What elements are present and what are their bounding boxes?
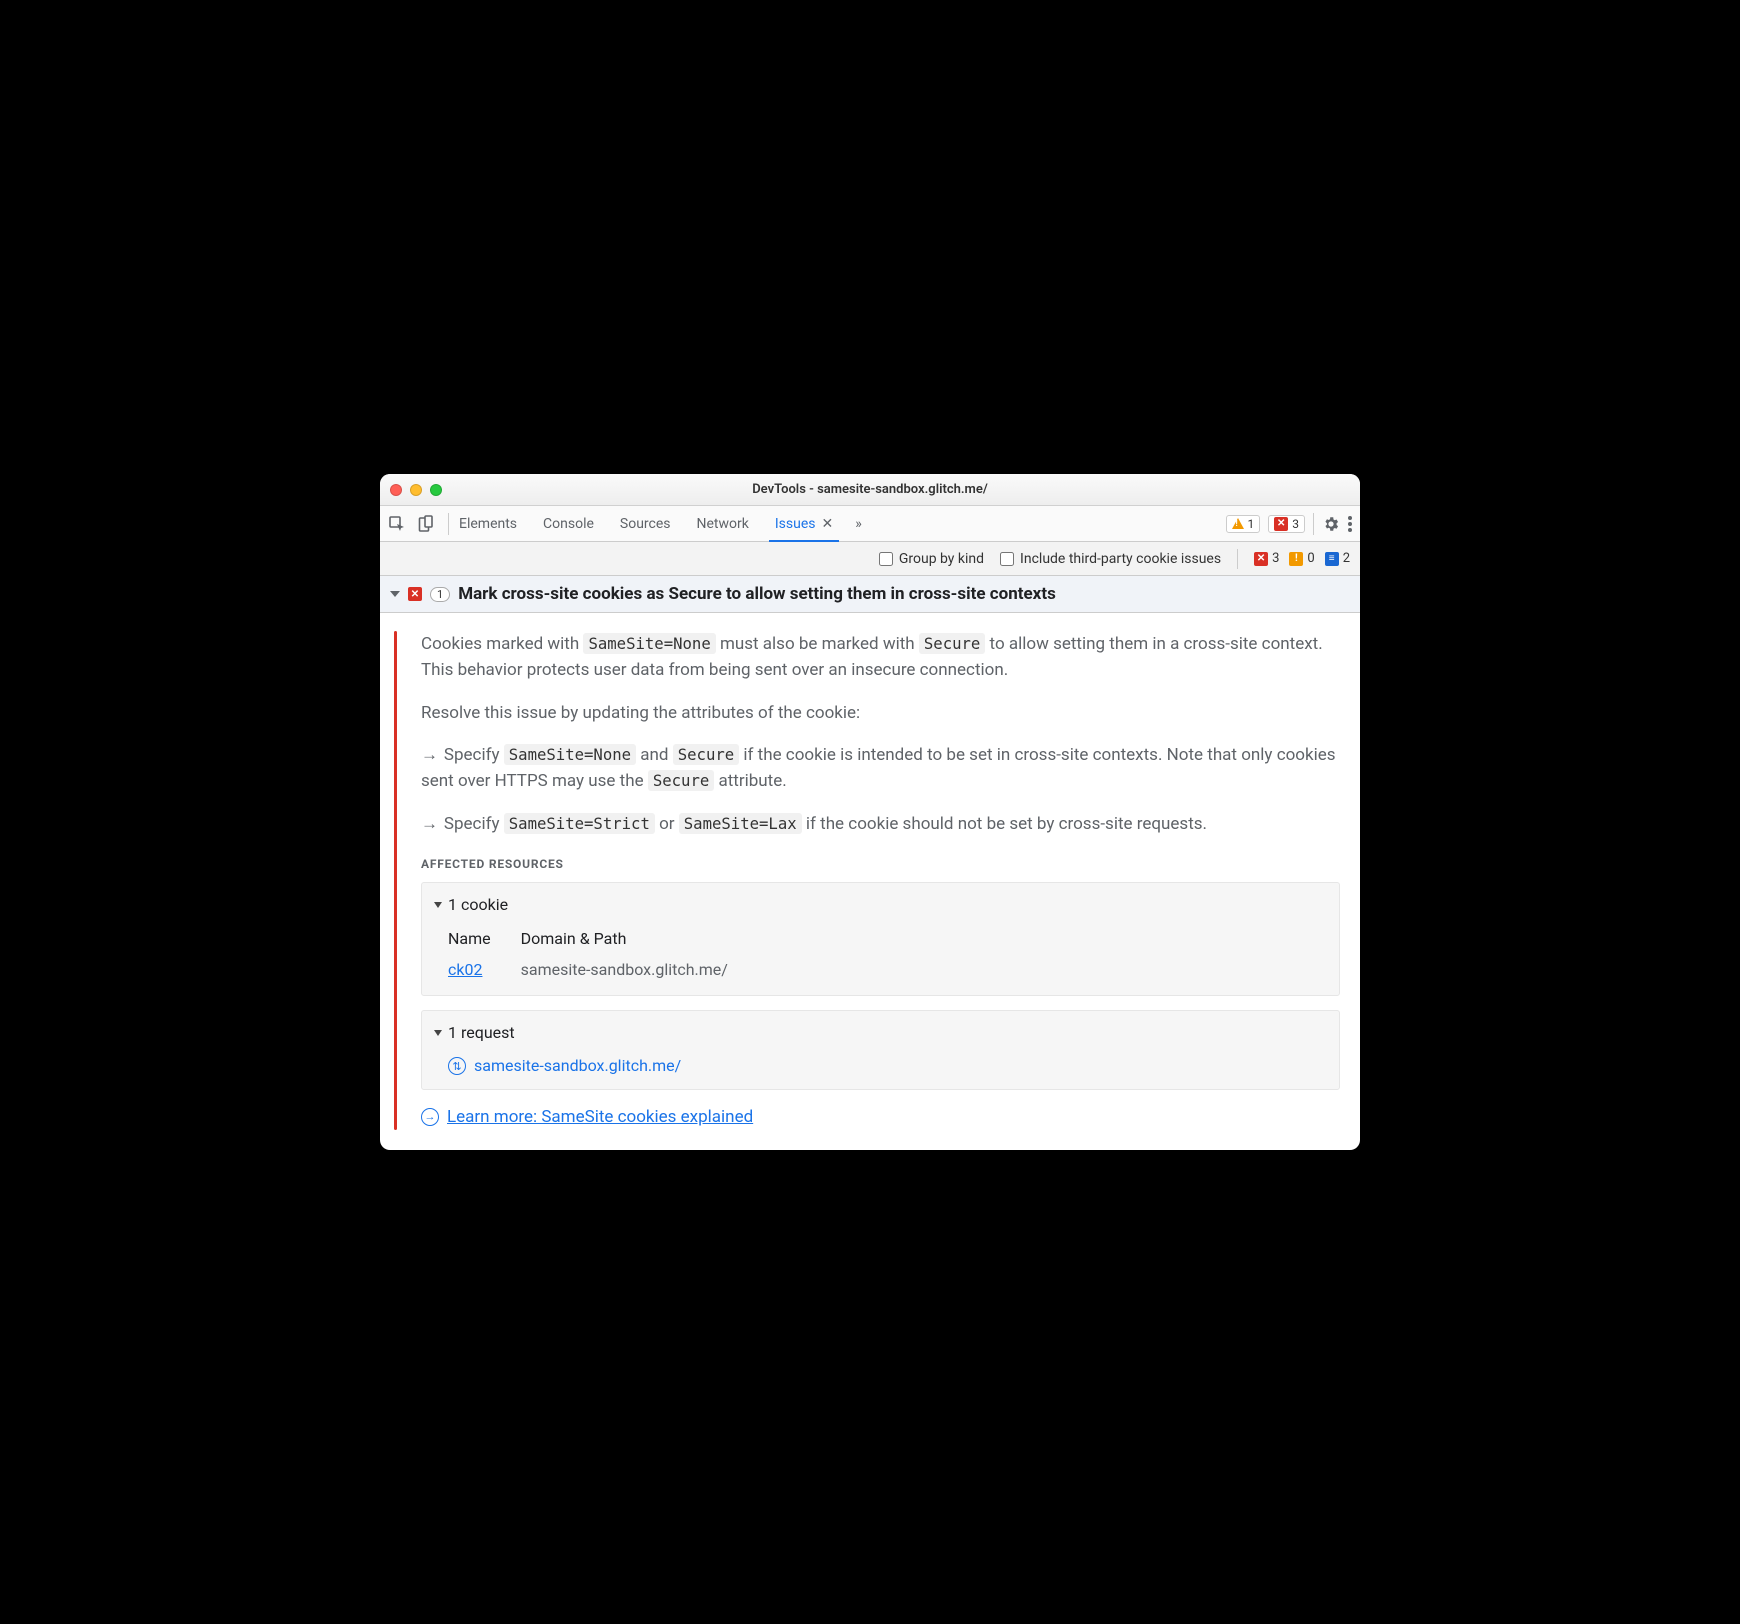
error-icon: ✕ bbox=[1254, 552, 1268, 566]
info-count[interactable]: ≡2 bbox=[1325, 551, 1350, 566]
cookie-name-link[interactable]: ck02 bbox=[448, 960, 482, 979]
learn-more-link[interactable]: → Learn more: SameSite cookies explained bbox=[421, 1104, 1340, 1130]
affected-cookies-box: 1 cookie Name Domain & Path ck02 samesit… bbox=[421, 882, 1340, 996]
tab-issues[interactable]: Issues ✕ bbox=[771, 506, 837, 541]
errors-badge[interactable]: ✕ 3 bbox=[1268, 515, 1305, 533]
cookie-table: Name Domain & Path ck02 samesite-sandbox… bbox=[448, 925, 758, 985]
close-window-icon[interactable] bbox=[390, 484, 402, 496]
issue-title: Mark cross-site cookies as Secure to all… bbox=[458, 584, 1056, 604]
arrow-right-circle-icon: → bbox=[421, 1108, 439, 1126]
chevron-down-icon bbox=[434, 902, 442, 908]
issue-description-2: Resolve this issue by updating the attri… bbox=[421, 700, 1340, 726]
traffic-lights bbox=[390, 484, 442, 496]
arrow-right-icon: → bbox=[421, 742, 440, 768]
code-samesite-none: SameSite=None bbox=[504, 744, 636, 765]
error-count[interactable]: ✕3 bbox=[1254, 551, 1279, 566]
checkbox-icon[interactable] bbox=[1000, 552, 1014, 566]
checkbox-icon[interactable] bbox=[879, 552, 893, 566]
issue-body: Cookies marked with SameSite=None must a… bbox=[380, 613, 1360, 1150]
col-domain: Domain & Path bbox=[521, 925, 758, 956]
third-party-checkbox[interactable]: Include third-party cookie issues bbox=[1000, 551, 1221, 567]
devtools-tabbar: Elements Console Sources Network Issues … bbox=[380, 506, 1360, 542]
window-title: DevTools - samesite-sandbox.glitch.me/ bbox=[380, 482, 1360, 497]
network-request-icon: ⇅ bbox=[448, 1057, 466, 1075]
warnings-badge[interactable]: 1 bbox=[1226, 515, 1261, 533]
tab-network[interactable]: Network bbox=[693, 506, 753, 541]
warning-count[interactable]: !0 bbox=[1289, 551, 1314, 566]
minimize-window-icon[interactable] bbox=[410, 484, 422, 496]
more-tabs-icon[interactable]: » bbox=[855, 516, 862, 532]
affected-requests-box: 1 request ⇅ samesite-sandbox.glitch.me/ bbox=[421, 1010, 1340, 1090]
issue-counters: ✕3 !0 ≡2 bbox=[1254, 551, 1350, 566]
inspect-element-icon[interactable] bbox=[388, 515, 406, 533]
warning-icon bbox=[1232, 518, 1244, 529]
col-name: Name bbox=[448, 925, 521, 956]
requests-toggle[interactable]: 1 request bbox=[434, 1021, 1327, 1046]
issue-header[interactable]: ✕ 1 Mark cross-site cookies as Secure to… bbox=[380, 576, 1360, 613]
group-by-kind-checkbox[interactable]: Group by kind bbox=[879, 551, 984, 567]
affected-resources-label: Affected Resources bbox=[421, 855, 1340, 874]
code-samesite-none: SameSite=None bbox=[583, 633, 715, 654]
arrow-right-icon: → bbox=[421, 811, 440, 837]
code-samesite-lax: SameSite=Lax bbox=[679, 813, 802, 834]
issue-bullet-2: → Specify SameSite=Strict or SameSite=La… bbox=[421, 811, 1340, 837]
device-toolbar-icon[interactable] bbox=[418, 515, 434, 533]
tab-sources[interactable]: Sources bbox=[616, 506, 675, 541]
chevron-down-icon bbox=[434, 1030, 442, 1036]
code-secure: Secure bbox=[919, 633, 985, 654]
issue-count-badge: 1 bbox=[430, 587, 450, 602]
request-link[interactable]: ⇅ samesite-sandbox.glitch.me/ bbox=[448, 1054, 1327, 1079]
issues-toolbar: Group by kind Include third-party cookie… bbox=[380, 542, 1360, 576]
issue-bullet-1: → Specify SameSite=None and Secure if th… bbox=[421, 742, 1340, 795]
chevron-down-icon bbox=[390, 591, 400, 597]
tab-elements[interactable]: Elements bbox=[455, 506, 521, 541]
titlebar: DevTools - samesite-sandbox.glitch.me/ bbox=[380, 474, 1360, 506]
panel-tabs: Elements Console Sources Network Issues … bbox=[455, 506, 862, 541]
code-secure: Secure bbox=[648, 770, 714, 791]
code-secure: Secure bbox=[673, 744, 739, 765]
cookies-toggle[interactable]: 1 cookie bbox=[434, 893, 1327, 918]
table-row: ck02 samesite-sandbox.glitch.me/ bbox=[448, 956, 758, 985]
warning-icon: ! bbox=[1289, 552, 1303, 566]
tab-console[interactable]: Console bbox=[539, 506, 598, 541]
error-icon: ✕ bbox=[408, 587, 422, 601]
error-icon: ✕ bbox=[1274, 517, 1288, 531]
issue-description-1: Cookies marked with SameSite=None must a… bbox=[421, 631, 1340, 684]
code-samesite-strict: SameSite=Strict bbox=[504, 813, 655, 834]
table-row: Name Domain & Path bbox=[448, 925, 758, 956]
zoom-window-icon[interactable] bbox=[430, 484, 442, 496]
close-icon[interactable]: ✕ bbox=[822, 516, 834, 532]
info-icon: ≡ bbox=[1325, 552, 1339, 566]
kebab-menu-icon[interactable] bbox=[1348, 516, 1352, 532]
severity-rail bbox=[394, 631, 397, 1130]
cookie-domain: samesite-sandbox.glitch.me/ bbox=[521, 956, 758, 985]
settings-gear-icon[interactable] bbox=[1322, 515, 1340, 533]
devtools-window: DevTools - samesite-sandbox.glitch.me/ E… bbox=[380, 474, 1360, 1150]
